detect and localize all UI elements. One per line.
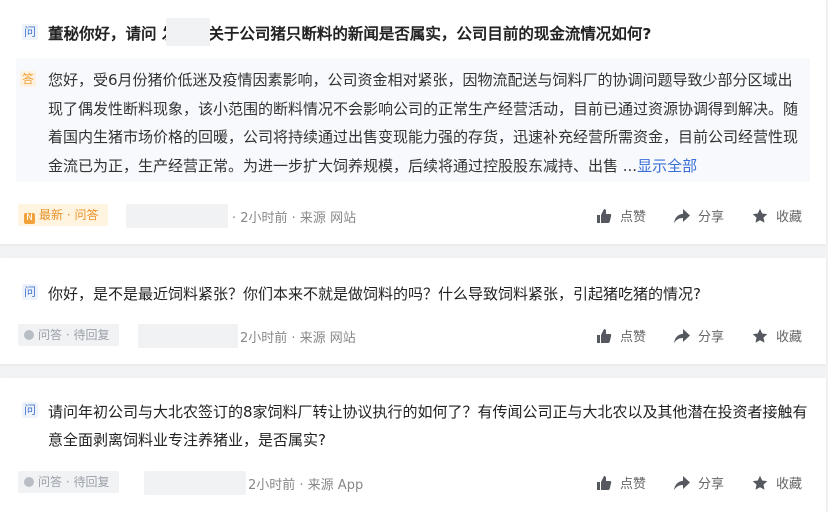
- status-badge: 问答 · 待回复: [18, 471, 120, 493]
- time-source: · 2小时前 · 来源 网站: [232, 211, 357, 226]
- redacted-user: [144, 471, 246, 495]
- meta-row: 问答 · 待回复 2小时前 · 来源 App 点赞 分享 收藏: [18, 471, 812, 495]
- question-text[interactable]: 请问年初公司与大北农签订的8家饲料厂转让协议执行的如何了？有传闻公司正与大北农以…: [48, 398, 812, 454]
- share-arrow-icon: [674, 328, 690, 344]
- redacted-company-name: [166, 18, 210, 46]
- qa-card: 问 请问年初公司与大北农签订的8家饲料厂转让协议执行的如何了？有传闻公司正与大北…: [0, 378, 826, 512]
- qa-card: 问 你好，是不是最近饲料紧张？你们本来不就是做饲料的吗？什么导致饲料紧张，引起猪…: [0, 258, 826, 364]
- star-icon: [752, 475, 768, 491]
- thumbs-up-icon: [596, 208, 612, 224]
- favorite-button[interactable]: 收藏: [752, 473, 802, 492]
- badge-label: 问答 · 待回复: [38, 328, 110, 342]
- answer-box: 答 您好，受6月份猪价低迷及疫情因素影响，公司资金相对紧张，因物流配送与饲料厂的…: [16, 58, 810, 182]
- star-icon: [752, 208, 768, 224]
- thumbs-up-icon: [596, 328, 612, 344]
- meta-row: 问答 · 待回复 2小时前 · 来源 网站 点赞 分享 收藏: [18, 324, 812, 348]
- redacted-user: [138, 324, 238, 348]
- show-all-link[interactable]: 显示全部: [637, 157, 697, 175]
- like-button[interactable]: 点赞: [596, 206, 646, 225]
- clock-icon: [24, 477, 34, 487]
- new-badge-icon: N: [24, 213, 35, 224]
- favorite-button[interactable]: 收藏: [752, 206, 802, 225]
- status-badge: N 最新 · 问答: [18, 204, 109, 226]
- question-text[interactable]: 你好，是不是最近饲料紧张？你们本来不就是做饲料的吗？什么导致饲料紧张，引起猪吃猪…: [48, 280, 812, 308]
- badge-label: 问答 · 待回复: [38, 475, 110, 489]
- badge-label: 最新 · 问答: [39, 208, 99, 222]
- share-button[interactable]: 分享: [674, 473, 724, 492]
- share-button[interactable]: 分享: [674, 206, 724, 225]
- redacted-user: [126, 204, 228, 228]
- answer-text: 您好，受6月份猪价低迷及疫情因素影响，公司资金相对紧张，因物流配送与饲料厂的协调…: [48, 66, 802, 180]
- question-icon: 问: [22, 284, 38, 300]
- status-badge: 问答 · 待回复: [18, 324, 120, 346]
- question-icon: 问: [22, 24, 38, 40]
- clock-icon: [24, 330, 34, 340]
- share-arrow-icon: [674, 475, 690, 491]
- like-button[interactable]: 点赞: [596, 473, 646, 492]
- question-text[interactable]: 董秘你好，请问 发布的关于公司猪只断料的新闻是否属实，公司目前的现金流情况如何?: [48, 20, 812, 48]
- answer-icon: 答: [20, 71, 36, 87]
- question-icon: 问: [22, 402, 38, 418]
- share-arrow-icon: [674, 208, 690, 224]
- share-button[interactable]: 分享: [674, 326, 724, 345]
- favorite-button[interactable]: 收藏: [752, 326, 802, 345]
- star-icon: [752, 328, 768, 344]
- thumbs-up-icon: [596, 475, 612, 491]
- time-source: 2小时前 · 来源 网站: [240, 331, 356, 346]
- meta-row: N 最新 · 问答 · 2小时前 · 来源 网站 点赞 分享 收藏: [18, 204, 812, 228]
- like-button[interactable]: 点赞: [596, 326, 646, 345]
- qa-card: 问 董秘你好，请问 发布的关于公司猪只断料的新闻是否属实，公司目前的现金流情况如…: [0, 0, 826, 244]
- time-source: 2小时前 · 来源 App: [248, 478, 364, 493]
